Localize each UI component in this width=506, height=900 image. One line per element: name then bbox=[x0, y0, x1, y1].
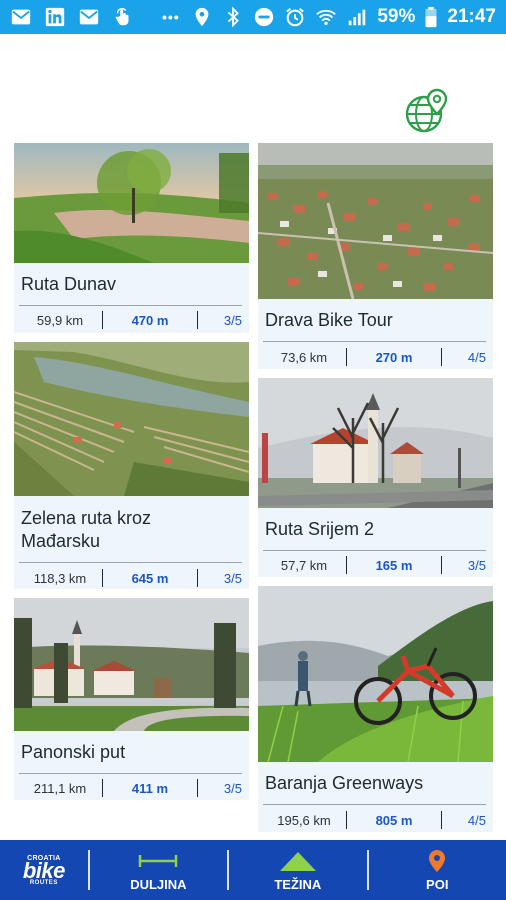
map-view-button[interactable] bbox=[404, 88, 450, 134]
touch-icon bbox=[112, 6, 134, 28]
route-stats: 57,7 km 165 m 3/5 bbox=[258, 554, 493, 576]
battery-icon bbox=[424, 6, 438, 28]
route-elevation: 645 m bbox=[131, 570, 169, 586]
divider bbox=[263, 550, 486, 551]
mail-icon bbox=[78, 6, 100, 28]
nav-length-label: DULJINA bbox=[130, 876, 187, 892]
divider bbox=[19, 773, 242, 774]
map-pin-icon bbox=[428, 849, 446, 873]
nav-divider bbox=[87, 850, 90, 890]
wifi-icon bbox=[315, 6, 337, 28]
route-difficulty: 3/5 bbox=[223, 312, 242, 328]
route-title: Baranja Greenways bbox=[265, 773, 424, 793]
route-difficulty: 3/5 bbox=[223, 780, 242, 796]
route-stats: 195,6 km 805 m 4/5 bbox=[258, 809, 493, 831]
email-icon bbox=[10, 6, 32, 28]
logo-text-bottom: ROUTES bbox=[29, 879, 58, 886]
route-photo bbox=[258, 586, 493, 762]
route-title: Panonski put bbox=[21, 742, 126, 762]
nav-divider bbox=[227, 850, 230, 890]
route-photo bbox=[258, 143, 493, 299]
route-difficulty: 4/5 bbox=[467, 349, 486, 365]
route-title: Ruta Srijem 2 bbox=[265, 519, 375, 539]
divider bbox=[263, 341, 486, 342]
route-card[interactable]: Ruta Dunav 59,9 km 470 m 3/5 bbox=[14, 143, 249, 333]
route-difficulty: 3/5 bbox=[467, 557, 486, 573]
route-length: 195,6 km bbox=[277, 812, 331, 828]
route-difficulty: 4/5 bbox=[467, 812, 486, 828]
bluetooth-icon bbox=[222, 6, 244, 28]
route-elevation: 470 m bbox=[131, 312, 169, 328]
sort-by-difficulty-button[interactable]: TEŽINA bbox=[229, 840, 366, 900]
divider bbox=[19, 305, 242, 306]
route-photo bbox=[258, 378, 493, 508]
clock: 21:47 bbox=[447, 6, 496, 27]
globe-location-icon bbox=[405, 88, 448, 133]
route-elevation: 411 m bbox=[131, 780, 169, 796]
bottom-navigation: CROATIA bike ROUTES DULJINA TEŽINA POI bbox=[0, 840, 506, 900]
linkedin-icon bbox=[44, 6, 66, 28]
nav-divider bbox=[366, 850, 369, 890]
route-card[interactable]: Ruta Srijem 2 57,7 km 165 m 3/5 bbox=[258, 378, 493, 577]
route-elevation: 805 m bbox=[375, 812, 413, 828]
route-card[interactable]: Panonski put 211,1 km 411 m 3/5 bbox=[14, 598, 249, 800]
more-notifications-icon: ••• bbox=[162, 9, 180, 25]
route-length: 73,6 km bbox=[280, 349, 328, 365]
route-photo bbox=[14, 598, 249, 731]
route-length: 118,3 km bbox=[33, 570, 87, 586]
location-icon bbox=[191, 6, 213, 28]
route-title: Ruta Dunav bbox=[21, 274, 117, 294]
route-elevation: 270 m bbox=[375, 349, 413, 365]
route-card[interactable]: Baranja Greenways 195,6 km 805 m 4/5 bbox=[258, 586, 493, 832]
alarm-icon bbox=[284, 6, 306, 28]
route-card[interactable]: Drava Bike Tour 73,6 km 270 m 4/5 bbox=[258, 143, 493, 369]
route-difficulty: 3/5 bbox=[223, 570, 242, 586]
sort-by-length-button[interactable]: DULJINA bbox=[90, 840, 227, 900]
route-card[interactable]: Zelena ruta kroz Mađarsku 118,3 km 645 m… bbox=[14, 342, 249, 589]
route-length: 59,9 km bbox=[36, 312, 84, 328]
route-stats: 118,3 km 645 m 3/5 bbox=[14, 567, 249, 589]
croatia-bike-routes-logo[interactable]: CROATIA bike ROUTES bbox=[0, 840, 88, 900]
route-photo bbox=[14, 143, 249, 263]
route-length: 211,1 km bbox=[33, 780, 87, 796]
route-stats: 73,6 km 270 m 4/5 bbox=[258, 346, 493, 368]
length-ruler-icon bbox=[138, 849, 178, 873]
battery-percentage: 59% bbox=[377, 6, 416, 27]
route-title: Drava Bike Tour bbox=[265, 310, 393, 330]
nav-difficulty-label: TEŽINA bbox=[274, 876, 322, 892]
route-length: 57,7 km bbox=[280, 557, 328, 573]
route-stats: 59,9 km 470 m 3/5 bbox=[14, 309, 249, 331]
mountain-icon bbox=[278, 849, 318, 873]
route-photo bbox=[14, 342, 249, 496]
route-stats: 211,1 km 411 m 3/5 bbox=[14, 777, 249, 799]
route-title: Zelena ruta kroz Mađarsku bbox=[21, 508, 152, 551]
nav-poi-label: POI bbox=[426, 876, 449, 892]
poi-button[interactable]: POI bbox=[369, 840, 506, 900]
signal-icon bbox=[346, 6, 368, 28]
logo-text-main: bike bbox=[22, 857, 66, 883]
divider bbox=[263, 804, 486, 805]
divider bbox=[19, 562, 242, 563]
do-not-disturb-icon bbox=[253, 6, 275, 28]
route-elevation: 165 m bbox=[375, 557, 413, 573]
status-bar: ••• 59% 21:47 bbox=[0, 0, 506, 34]
